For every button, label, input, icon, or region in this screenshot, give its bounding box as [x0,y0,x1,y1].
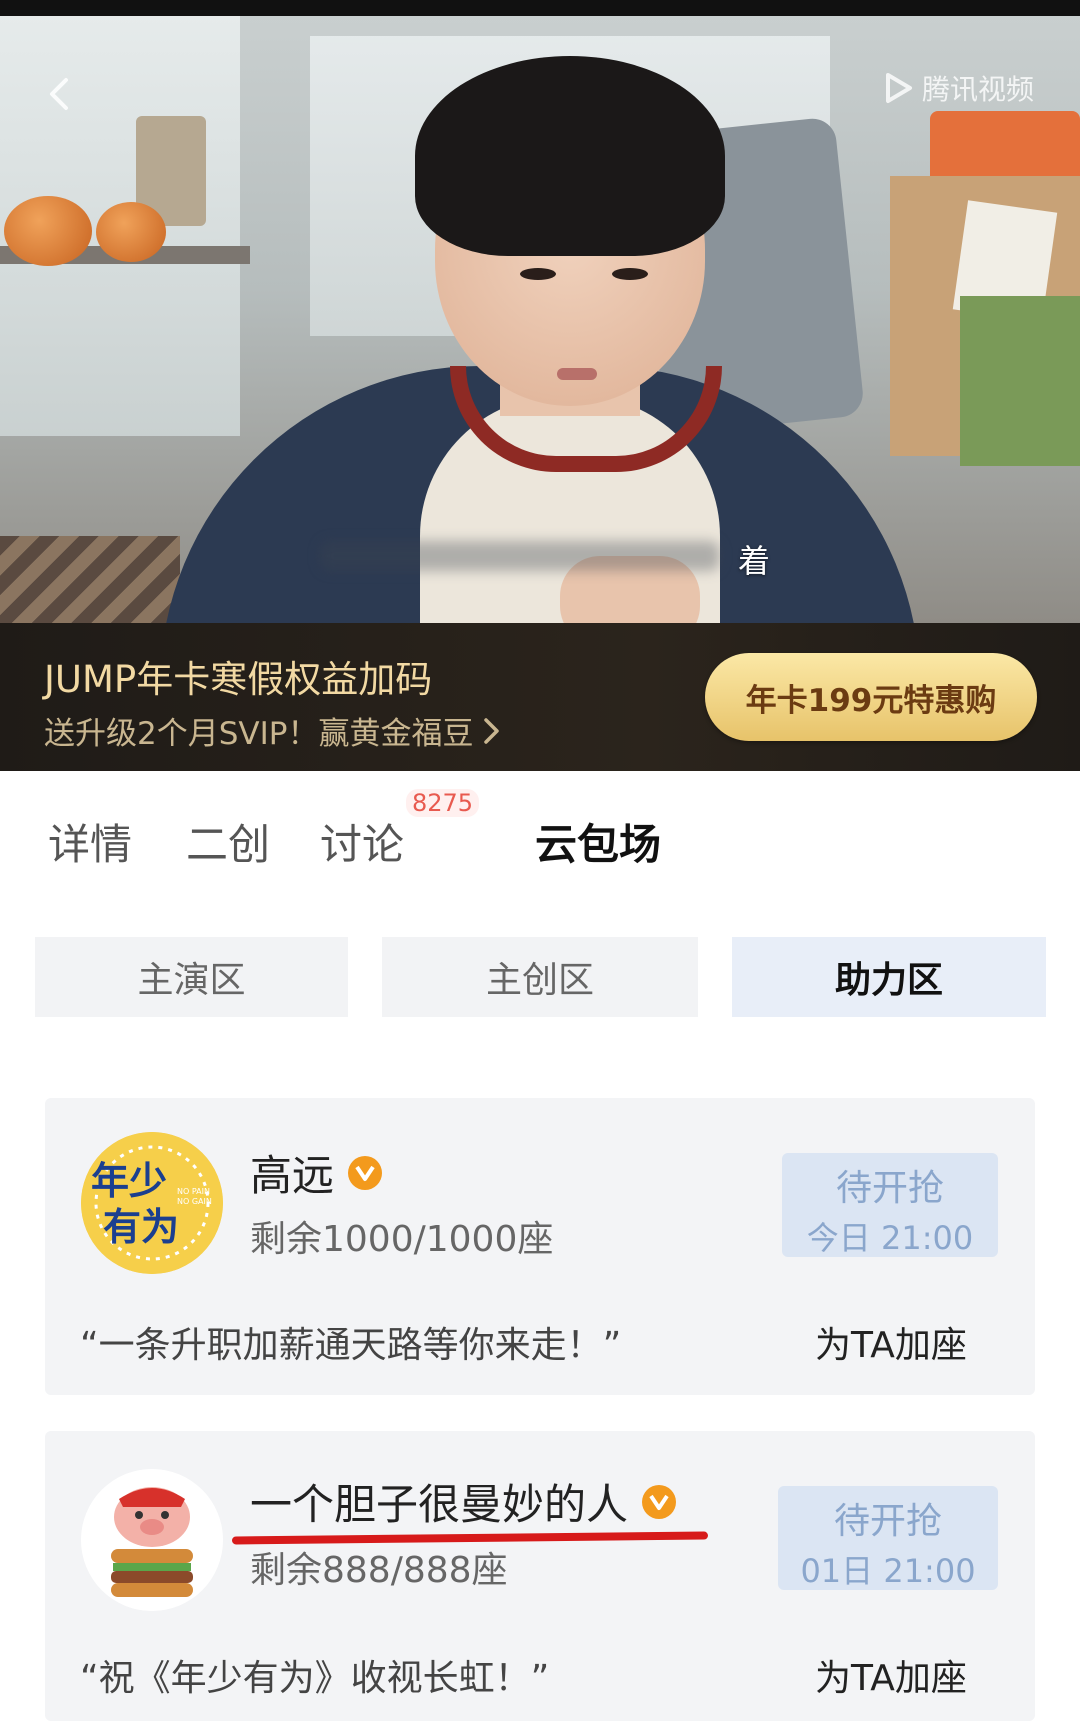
promo-banner[interactable]: JUMP年卡寒假权益加码 送升级2个月SVIP！赢黄金福豆 年卡199元特惠购 [0,623,1080,771]
tab-cloud-screening[interactable]: 云包场 [535,811,661,872]
segment-support[interactable]: 助力区 [732,937,1046,1017]
avatar[interactable]: 年少 有为 NO PAIN NO GAIN [81,1132,223,1274]
screening-card[interactable]: 一个胆子很曼妙的人 剩余888/888座 待开抢 01日 21:00 “祝《年少… [45,1431,1035,1721]
brand-label: 腾讯视频 [922,73,1035,106]
screening-card[interactable]: 年少 有为 NO PAIN NO GAIN 高远 剩余1000/1000座 待开… [45,1098,1035,1395]
video-player[interactable]: 着 腾讯视频 [0,16,1080,623]
discussion-count-badge: 8275 [406,789,480,817]
content-tabs: 详情 二创 讨论 8275 云包场 [0,771,1080,891]
chevron-right-icon [484,717,500,744]
tab-details[interactable]: 详情 [48,811,132,872]
card-quote: “一条升职加薪通天路等你来走！” [80,1325,622,1366]
user-name-row: 高远 [250,1142,383,1203]
grab-status-button[interactable]: 待开抢 01日 21:00 [778,1486,998,1590]
add-seat-button[interactable]: 为TA加座 [815,1316,967,1368]
svg-text:年少: 年少 [91,1158,167,1203]
promo-buy-button[interactable]: 年卡199元特惠购 [705,653,1037,741]
grab-status: 待开抢 [833,1501,942,1542]
orange [4,196,92,266]
svg-text:NO PAIN: NO PAIN [177,1187,210,1196]
promo-subtitle-text: 送升级2个月SVIP！赢黄金福豆 [44,716,474,752]
pig-mascot-icon [81,1469,223,1611]
user-name[interactable]: 一个胆子很曼妙的人 [250,1471,628,1532]
verified-icon [642,1484,677,1519]
remaining-seats: 剩余888/888座 [250,1550,508,1591]
tab-fan-creations[interactable]: 二创 [186,811,270,872]
user-name-row: 一个胆子很曼妙的人 [250,1471,677,1532]
avatar[interactable] [81,1469,223,1611]
green-panel [960,296,1080,466]
back-icon[interactable] [40,74,80,114]
add-seat-button[interactable]: 为TA加座 [815,1649,967,1701]
red-object [930,111,1080,181]
verified-icon [348,1155,383,1190]
promo-subtitle[interactable]: 送升级2个月SVIP！赢黄金福豆 [44,708,503,753]
actor [120,36,940,623]
svg-text:有为: 有为 [103,1204,179,1249]
grab-status-button[interactable]: 待开抢 今日 21:00 [782,1153,998,1257]
svg-text:NO GAIN: NO GAIN [177,1197,212,1206]
status-bar [0,0,1080,16]
grab-time: 今日 21:00 [806,1219,974,1257]
user-name[interactable]: 高远 [250,1142,334,1203]
video-subtitle: 着 [737,542,770,580]
brand-watermark: 腾讯视频 [880,68,1034,108]
remaining-seats: 剩余1000/1000座 [250,1219,554,1260]
promo-title: JUMP年卡寒假权益加码 [44,658,433,701]
card-quote: “祝《年少有为》收视长虹！” [80,1658,550,1699]
segment-lead-cast[interactable]: 主演区 [35,937,348,1017]
tab-discussion[interactable]: 讨论 [320,811,404,872]
play-logo-icon [886,73,912,103]
segment-creators[interactable]: 主创区 [382,937,698,1017]
show-logo-icon: 年少 有为 NO PAIN NO GAIN [81,1132,223,1274]
grab-time: 01日 21:00 [800,1552,976,1590]
grab-status: 待开抢 [835,1168,944,1209]
